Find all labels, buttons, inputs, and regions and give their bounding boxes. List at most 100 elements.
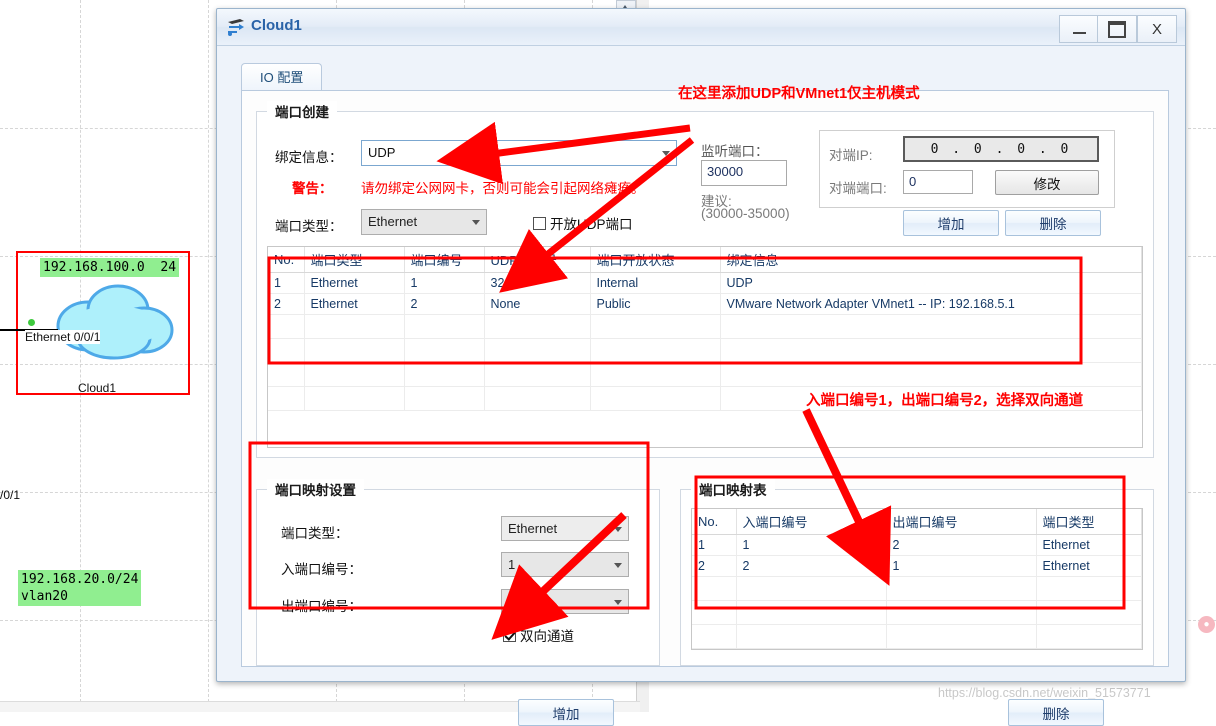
port-col-binding: 绑定信息 [720,247,1142,273]
map-col-inport: 入端口编号 [736,509,887,535]
cell-inport [736,624,887,649]
port-col-no: No. [268,247,305,273]
peer-port-label: 对端端口: [829,181,887,196]
peer-port-value: 0 [909,174,917,189]
table-row[interactable]: 2 2 1 Ethernet [692,555,1142,577]
listen-port-input[interactable]: 30000 [701,160,787,186]
table-row[interactable] [692,576,1142,601]
cell-binding: VMware Network Adapter VMnet1 -- IP: 192… [720,293,1142,315]
cell-porttype [1036,600,1142,625]
map-delete-button[interactable]: 删除 [1008,699,1104,726]
port-type-value: Ethernet [368,214,418,229]
cell-binding [720,314,1142,339]
peer-port-input[interactable]: 0 [903,170,973,194]
add-port-button-label: 增加 [937,217,965,232]
cell-porttype [1036,624,1142,649]
warning-label: 警告： [292,181,333,196]
table-row[interactable] [268,314,1142,339]
table-row[interactable] [268,362,1142,387]
cloud-interface-label: Ethernet 0/0/1 [25,330,101,344]
binding-info-label: 绑定信息： [275,150,343,165]
map-add-button-label: 增加 [552,706,580,722]
table-row[interactable]: 1 1 2 Ethernet [692,534,1142,556]
map-add-button[interactable]: 增加 [518,699,614,726]
cell-outport: 1 [886,555,1037,577]
cell-udpport [484,314,591,339]
listen-port-label: 监听端口： [701,144,769,159]
cell-type: Ethernet [304,272,405,294]
table-row[interactable] [692,624,1142,649]
close-button[interactable]: X [1137,15,1177,43]
cell-no: 2 [268,293,305,315]
maximize-button[interactable] [1097,15,1137,43]
port-type-combo[interactable]: Ethernet [361,209,487,235]
map-port-type-value: Ethernet [508,521,558,536]
modify-button-label: 修改 [1033,176,1061,192]
cell-binding: UDP [720,272,1142,294]
minimize-button[interactable] [1059,15,1099,43]
port-table-header-row: No. 端口类型 端口编号 UDP端口号 端口开放状态 绑定信息 [268,247,1142,273]
cell-udpport [484,362,591,387]
cell-binding [720,362,1142,387]
port-col-number: 端口编号 [404,247,485,273]
link-endpoint-dot [28,319,35,326]
cell-state [590,314,721,339]
cell-state [590,338,721,363]
port-map-table-group: 端口映射表 No. 入端口编号 出端口编号 端口类型 1 1 2 Etherne… [680,479,1154,666]
cell-no [268,386,305,411]
suggest-range: (30000-35000) [701,206,790,221]
cloud-ip-label: 192.168.100.0 24 [40,258,180,277]
cell-type [304,338,405,363]
cell-type: Ethernet [304,293,405,315]
out-port-label: 出端口编号： [281,599,362,614]
map-col-porttype: 端口类型 [1036,509,1142,535]
table-row[interactable] [692,600,1142,625]
chevron-down-icon [614,526,622,532]
table-row[interactable]: 2 Ethernet 2 None Public VMware Network … [268,293,1142,315]
cell-porttype: Ethernet [1036,555,1142,577]
cell-no [268,314,305,339]
port-col-state: 端口开放状态 [590,247,721,273]
port-create-title: 端口创建 [267,101,337,121]
close-icon: X [1151,20,1162,38]
cell-no: 1 [692,534,737,556]
cell-number [404,338,485,363]
map-table-header-row: No. 入端口编号 出端口编号 端口类型 [692,509,1142,535]
table-row[interactable]: 1 Ethernet 1 3245 Internal UDP [268,272,1142,294]
cell-porttype [1036,576,1142,601]
cell-porttype: Ethernet [1036,534,1142,556]
modify-button[interactable]: 修改 [995,170,1099,195]
cell-no: 1 [268,272,305,294]
cell-number: 2 [404,293,485,315]
chevron-down-icon [662,151,670,156]
add-port-button[interactable]: 增加 [903,210,999,236]
cell-no [268,362,305,387]
dialog-titlebar[interactable]: Cloud1 X [217,9,1185,46]
out-port-combo[interactable]: 2 [501,589,629,614]
port-type-label: 端口类型： [275,219,343,234]
binding-info-combo[interactable]: UDP [361,140,677,166]
map-port-type-combo[interactable]: Ethernet [501,516,629,541]
checkbox-box-icon [533,216,546,230]
cell-state: Internal [590,272,721,294]
listen-port-value: 30000 [707,164,744,179]
open-udp-checkbox[interactable]: 开放UDP端口 [533,213,633,233]
port-map-table[interactable]: No. 入端口编号 出端口编号 端口类型 1 1 2 Ethernet 2 2 … [691,508,1143,650]
table-row[interactable] [268,338,1142,363]
port-table[interactable]: No. 端口类型 端口编号 UDP端口号 端口开放状态 绑定信息 1 Ether… [267,246,1143,448]
cell-udpport: None [484,293,591,315]
cell-number [404,314,485,339]
vlan20-ip-label: 192.168.20.0/24 vlan20 [18,570,142,606]
peer-ip-input[interactable]: 0 . 0 . 0 . 0 [903,136,1099,162]
cell-state [590,362,721,387]
map-col-no: No. [692,509,737,535]
in-port-combo[interactable]: 1 [501,552,629,577]
port-col-type: 端口类型 [304,247,405,273]
tab-io-config[interactable]: IO 配置 [241,63,323,91]
bidirectional-checkbox[interactable]: 双向通道 [503,625,574,645]
grid-line [208,0,210,712]
delete-port-button[interactable]: 删除 [1005,210,1101,236]
bidirectional-label: 双向通道 [520,629,574,644]
cell-type [304,386,405,411]
notification-badge-icon[interactable]: ● [1198,616,1215,633]
